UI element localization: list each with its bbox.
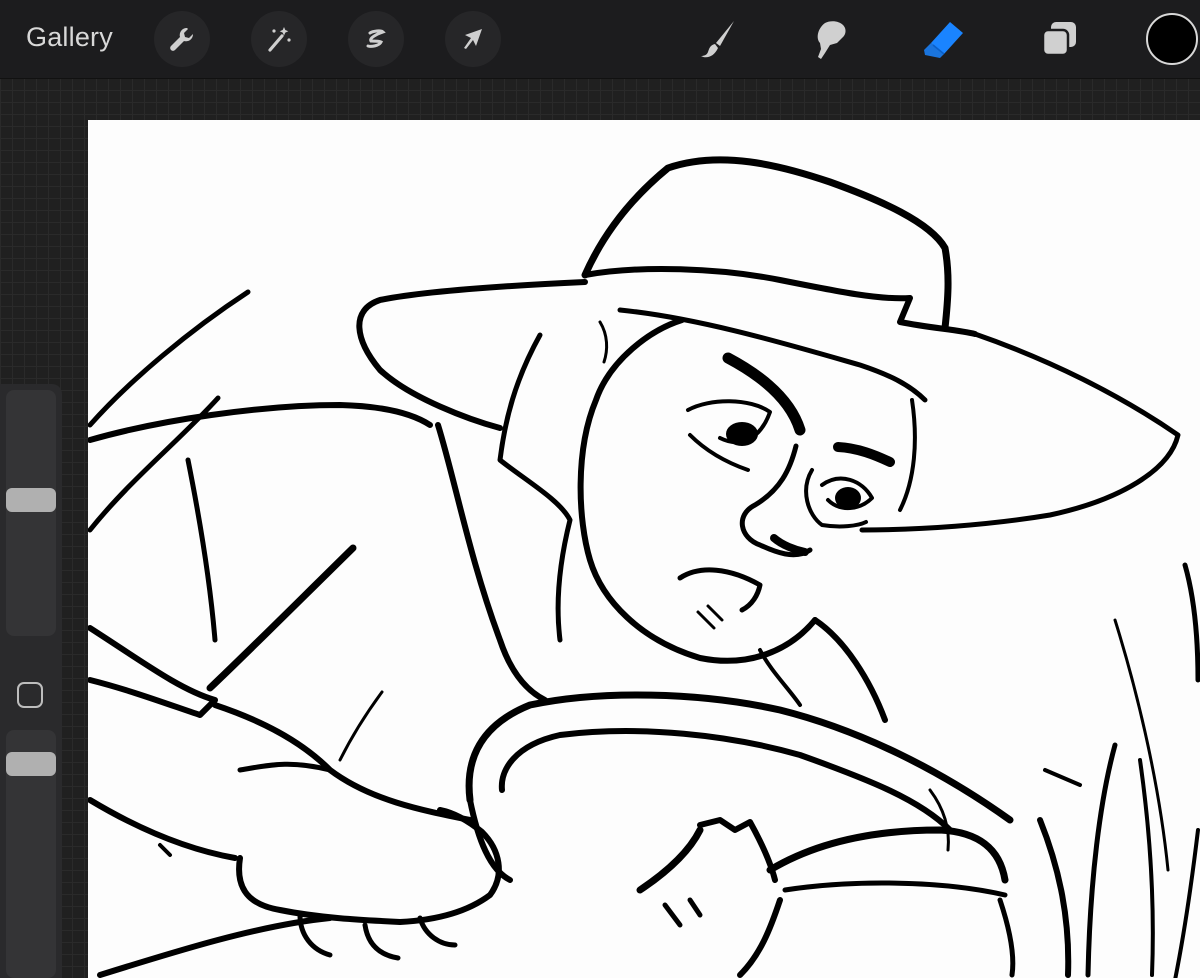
brush-icon [701, 21, 734, 58]
arrow-icon [464, 29, 482, 49]
wrench-icon [170, 27, 194, 51]
transform-button[interactable] [445, 11, 501, 67]
top-toolbar: Gallery [0, 0, 1200, 78]
brush-tool[interactable] [692, 13, 744, 65]
layers-icon [1041, 22, 1076, 57]
smudge-tool[interactable] [805, 13, 857, 65]
eraser-icon [924, 22, 963, 58]
drawing-canvas[interactable] [88, 120, 1200, 978]
selection-s-icon [366, 29, 386, 48]
adjustments-button[interactable] [251, 11, 307, 67]
gallery-button[interactable]: Gallery [26, 22, 113, 53]
actions-button[interactable] [154, 11, 210, 67]
smudge-icon [817, 21, 846, 59]
opacity-thumb[interactable] [6, 752, 56, 777]
sketch-artwork [88, 156, 1200, 978]
magic-wand-icon [268, 27, 291, 52]
modify-button[interactable] [17, 682, 43, 708]
layers-button[interactable] [1034, 13, 1086, 65]
brush-size-slider[interactable] [6, 390, 56, 636]
selection-button[interactable] [348, 11, 404, 67]
brush-size-thumb[interactable] [6, 487, 56, 512]
current-color-swatch[interactable] [1146, 13, 1198, 65]
eraser-tool[interactable] [918, 13, 970, 65]
